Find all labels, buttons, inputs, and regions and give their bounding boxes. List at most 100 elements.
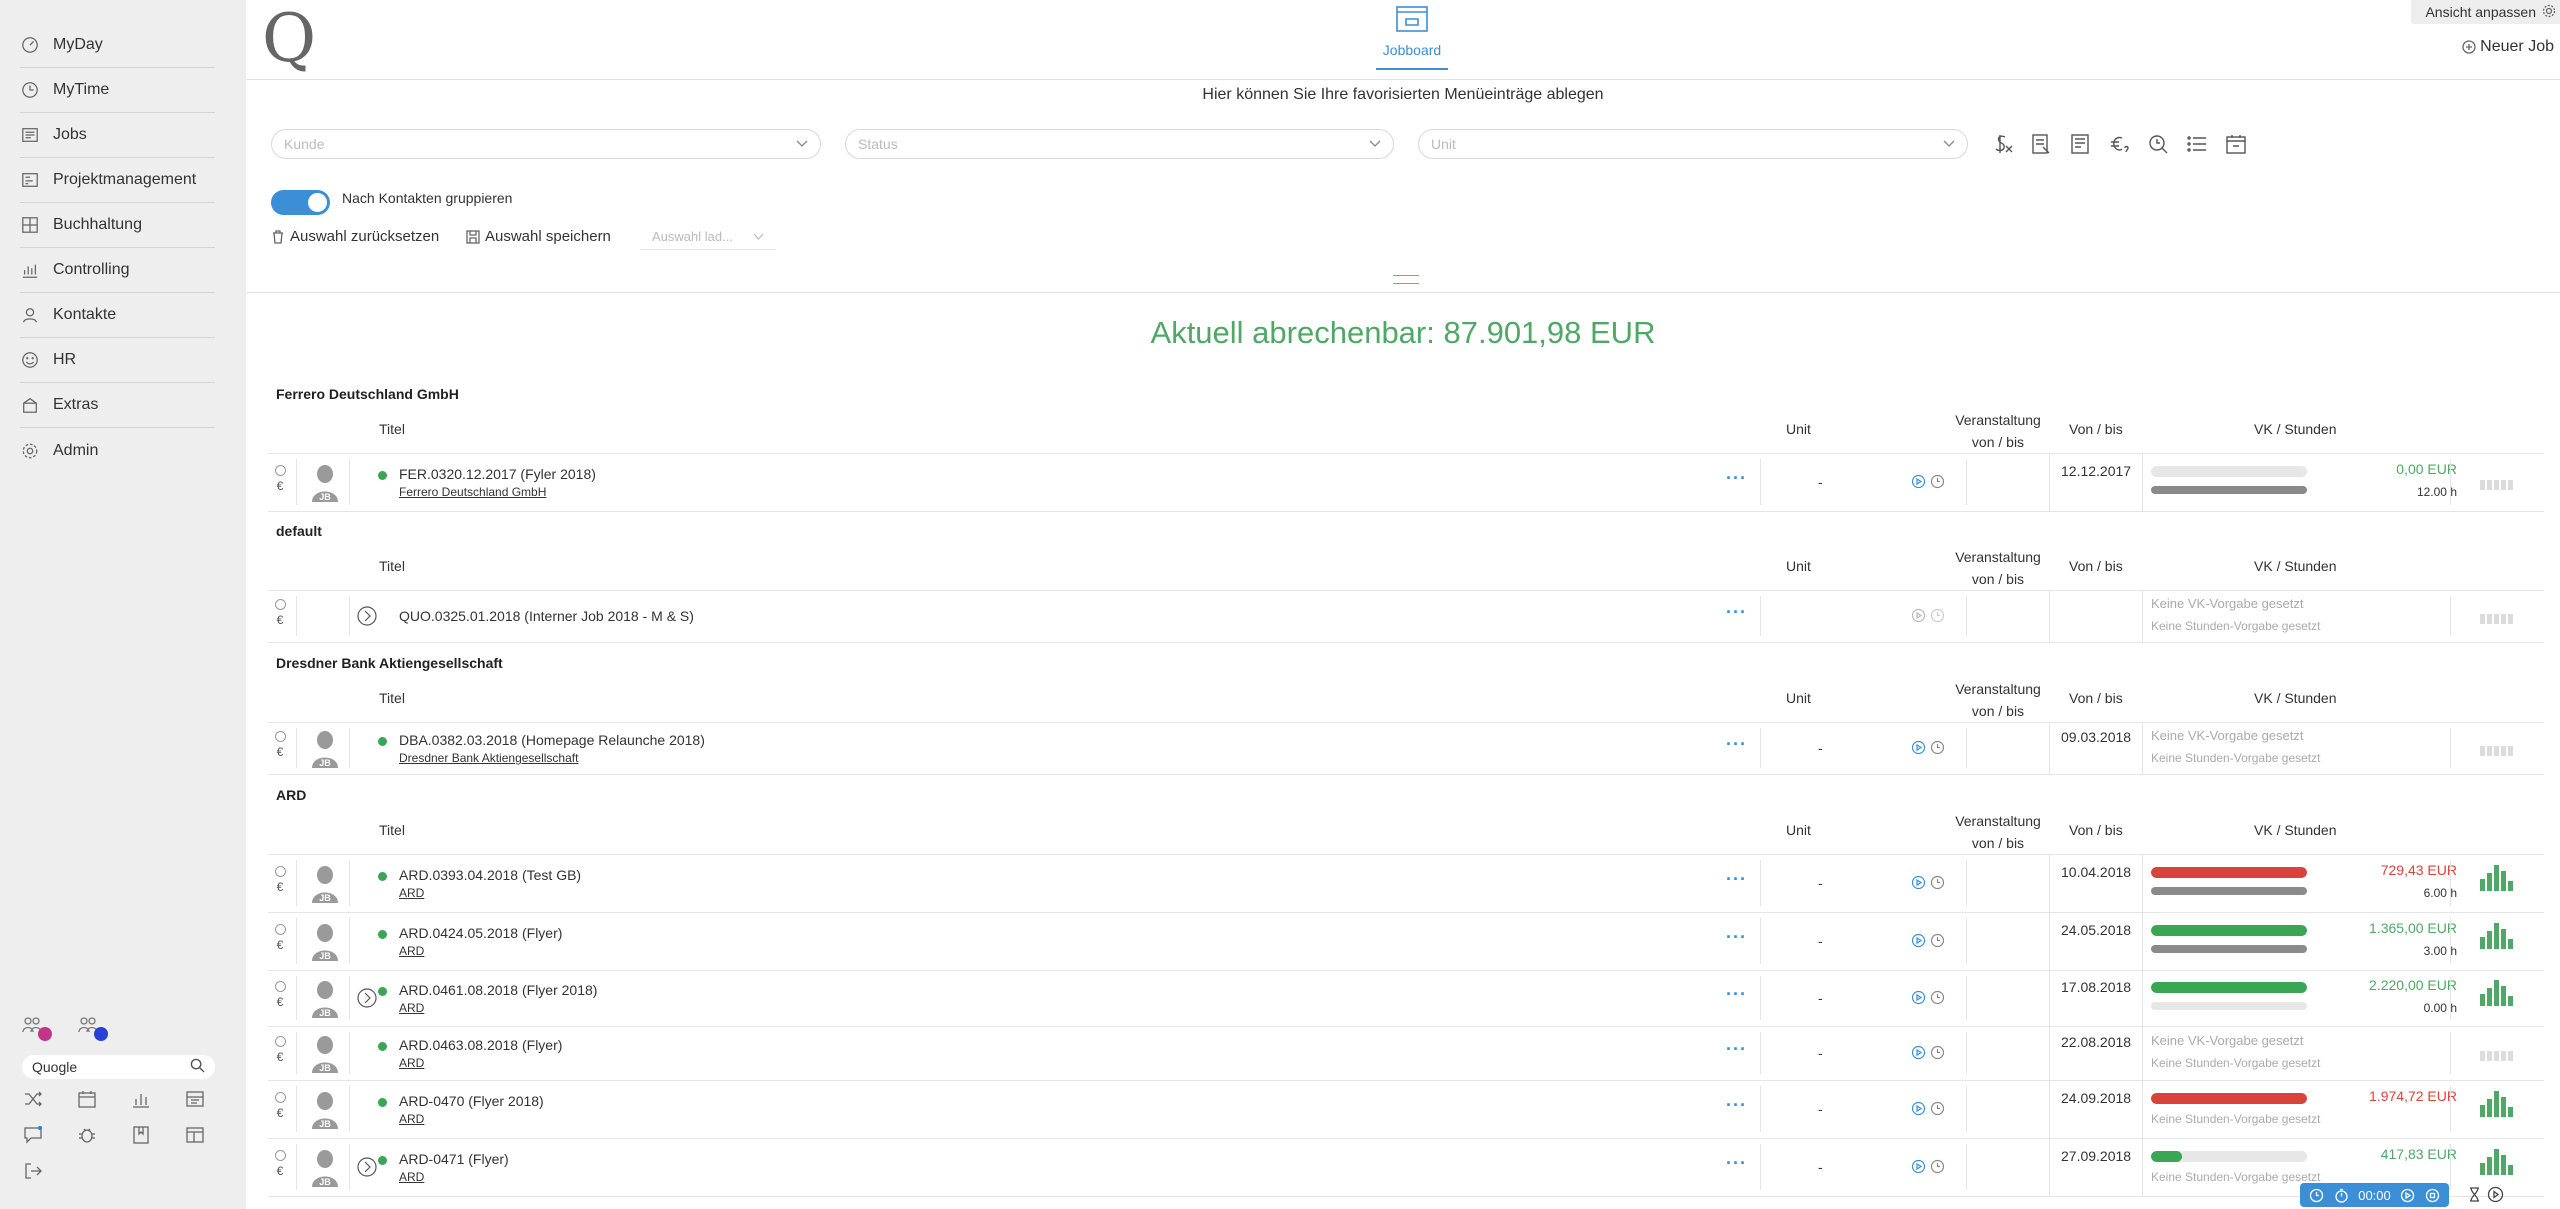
timer-controls[interactable] [1911,933,1945,948]
select-circle[interactable] [274,981,286,992]
job-client-link[interactable]: ARD [399,1001,424,1015]
billing-euro-icon[interactable]: € [277,938,284,952]
job-row[interactable]: € JB ARD-0470 (Flyer 2018) ARD ··· - 24.09.201… [268,1080,2544,1138]
select-circle[interactable] [274,465,286,476]
board-icon[interactable] [184,1124,206,1146]
job-row[interactable]: € JB ARD-0471 (Flyer) ARD ··· - 27.09.2018 417,… [268,1138,2544,1196]
unit-select[interactable]: Unit [1418,129,1968,159]
quogle-search[interactable]: Quogle [22,1055,215,1079]
timer-controls[interactable] [1911,990,1945,1005]
select-circle[interactable] [274,866,286,877]
team-avatar-1[interactable] [22,1015,52,1041]
more-options-button[interactable]: ··· [1726,869,1747,890]
expand-icon[interactable] [357,1157,377,1177]
sidebar-item-mytime[interactable]: MyTime [20,68,215,113]
timer-controls[interactable] [1911,608,1945,623]
billing-euro-icon[interactable]: € [277,1106,284,1120]
expand-icon[interactable] [357,606,377,626]
job-row[interactable]: € JB DBA.0382.03.2018 (Homepage Relaunche … [268,722,2544,774]
load-selection-select[interactable]: Auswahl lad... [640,224,776,250]
chat-icon[interactable] [22,1124,44,1146]
bookmark-icon[interactable] [130,1124,152,1146]
sidebar-item-extras[interactable]: Extras [20,383,215,428]
job-client-link[interactable]: Ferrero Deutschland GmbH [399,485,546,499]
hourglass-icon[interactable] [2466,1186,2483,1203]
status-select[interactable]: Status [845,129,1394,159]
no-billing-filter-icon[interactable] [1990,131,2014,157]
billing-euro-icon[interactable]: € [277,880,284,894]
calendar-icon[interactable] [76,1088,98,1110]
list-icon[interactable] [2185,131,2209,157]
job-client-link[interactable]: Dresdner Bank Aktiengesellschaft [399,751,578,765]
job-client-link[interactable]: ARD [399,1112,424,1126]
time-search-icon[interactable] [2146,131,2170,157]
select-circle[interactable] [274,1092,286,1103]
job-title[interactable]: ARD.0393.04.2018 (Test GB) [399,867,581,883]
job-row[interactable]: € JB FER.0320.12.2017 (Fyler 2018) Ferrero … [268,453,2544,511]
job-row[interactable]: € JB ARD.0463.08.2018 (Flyer) ARD ··· - 22.08.… [268,1026,2544,1080]
sidebar-item-kontakte[interactable]: Kontakte [20,293,215,338]
billing-euro-icon[interactable]: € [277,479,284,493]
timer-controls[interactable] [1911,1101,1945,1116]
timer-controls[interactable] [1911,740,1945,755]
billing-euro-icon[interactable]: € [277,1050,284,1064]
search-input[interactable]: Quogle [32,1059,77,1075]
timer-controls[interactable] [1911,1045,1945,1060]
billing-euro-icon[interactable]: € [277,1164,284,1178]
job-row[interactable]: € JB ARD.0393.04.2018 (Test GB) ARD ··· - 10.0… [268,854,2544,912]
more-options-button[interactable]: ··· [1726,734,1747,755]
select-circle[interactable] [274,924,286,935]
bug-icon[interactable] [76,1124,98,1146]
billing-euro-icon[interactable]: € [277,995,284,1009]
job-title[interactable]: ARD-0470 (Flyer 2018) [399,1093,544,1109]
reset-selection-button[interactable]: Auswahl zurücksetzen [271,228,439,245]
sidebar-item-controlling[interactable]: Controlling [20,248,215,293]
job-row[interactable]: € JB ARD.0424.05.2018 (Flyer) ARD ··· - 24.05.… [268,912,2544,970]
document-filter-icon[interactable] [2029,131,2053,157]
sidebar-item-jobs[interactable]: Jobs [20,113,215,158]
timer-controls[interactable] [1911,474,1945,489]
expand-icon[interactable] [357,988,377,1008]
more-options-button[interactable]: ··· [1726,984,1747,1005]
job-row[interactable]: € QUO.0325.01.2018 (Interner Job 2018 - M… [268,590,2544,642]
news-icon[interactable] [184,1088,206,1110]
job-title[interactable]: DBA.0382.03.2018 (Homepage Relaunche 201… [399,732,705,748]
euro-question-icon[interactable] [2107,131,2131,157]
more-options-button[interactable]: ··· [1726,927,1747,948]
job-client-link[interactable]: ARD [399,1170,424,1184]
sidebar-item-myday[interactable]: MyDay [20,23,215,68]
select-circle[interactable] [274,731,286,742]
calendar-icon[interactable] [2224,131,2248,157]
timer-controls[interactable] [1911,875,1945,890]
new-job-button[interactable]: Neuer Job [2462,38,2554,56]
save-selection-button[interactable]: Auswahl speichern [466,228,611,245]
sidebar-item-hr[interactable]: HR [20,338,215,383]
job-row[interactable]: € JB ARD.0461.08.2018 (Flyer 2018) ARD ··· - 1… [268,970,2544,1026]
timer-controls[interactable] [1911,1159,1945,1174]
tab-jobboard[interactable]: Jobboard [1364,0,1460,70]
job-client-link[interactable]: ARD [399,886,424,900]
job-title[interactable]: ARD-0471 (Flyer) [399,1151,509,1167]
invoice-filter-icon[interactable] [2068,131,2092,157]
select-circle[interactable] [274,599,286,610]
time-tracker[interactable]: 00:00 [2300,1183,2449,1207]
billing-euro-icon[interactable]: € [277,613,284,627]
shuffle-icon[interactable] [22,1088,44,1110]
logout-icon[interactable] [22,1160,44,1182]
job-title[interactable]: QUO.0325.01.2018 (Interner Job 2018 - M … [399,608,694,624]
more-options-button[interactable]: ··· [1726,1095,1747,1116]
billing-euro-icon[interactable]: € [277,745,284,759]
job-title[interactable]: ARD.0424.05.2018 (Flyer) [399,925,562,941]
sidebar-item-projektmanagement[interactable]: Projektmanagement [20,158,215,203]
job-title[interactable]: ARD.0463.08.2018 (Flyer) [399,1037,562,1053]
more-options-button[interactable]: ··· [1726,602,1747,623]
team-avatar-2[interactable] [78,1015,108,1041]
customize-view-button[interactable]: Ansicht anpassen [2411,0,2560,24]
select-circle[interactable] [274,1150,286,1161]
job-title[interactable]: ARD.0461.08.2018 (Flyer 2018) [399,982,597,998]
sidebar-item-admin[interactable]: Admin [20,428,215,473]
chart-icon[interactable] [130,1088,152,1110]
job-title[interactable]: FER.0320.12.2017 (Fyler 2018) [399,466,596,482]
more-options-button[interactable]: ··· [1726,1153,1747,1174]
play-icon[interactable] [2487,1186,2504,1203]
